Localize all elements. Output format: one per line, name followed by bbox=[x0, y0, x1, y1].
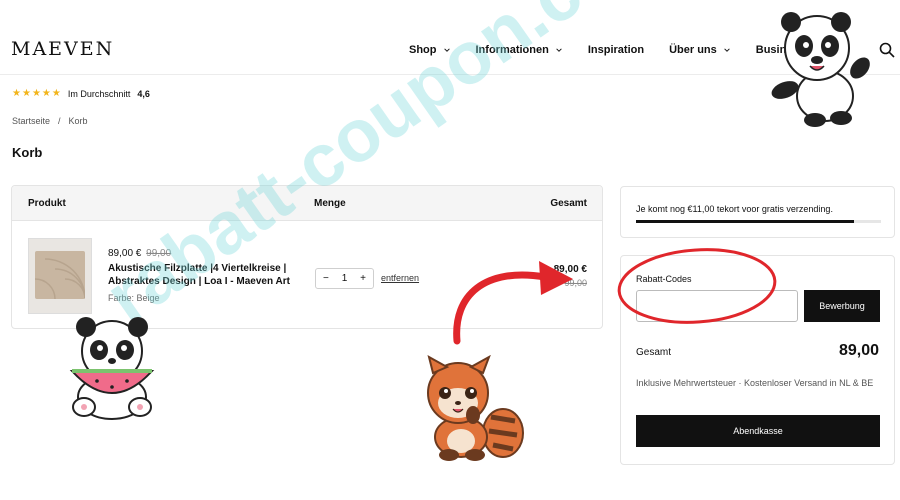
chevron-down-icon bbox=[556, 48, 562, 52]
site-header: MAEVEN Shop Informationen Inspiration Üb… bbox=[0, 0, 900, 75]
rating-text: Im Durchschnitt bbox=[67, 88, 131, 99]
nav-informationen[interactable]: Informationen bbox=[476, 44, 563, 56]
nav-shop[interactable]: Shop bbox=[409, 44, 451, 56]
header-product: Produkt bbox=[28, 198, 66, 209]
nav-label: Inspiration bbox=[587, 44, 645, 56]
minus-icon[interactable]: − bbox=[323, 273, 329, 284]
total-label: Gesamt bbox=[636, 347, 672, 358]
star-icon: ★ bbox=[41, 88, 51, 99]
nav-label: Informationen bbox=[475, 44, 549, 56]
product-thumbnail[interactable] bbox=[28, 238, 92, 314]
star-icon: ★ bbox=[51, 88, 61, 99]
chevron-down-icon bbox=[443, 48, 450, 52]
shipping-message: Je komt nog €11,00 tekort voor gratis ve… bbox=[636, 204, 833, 214]
header-total: Gesamt bbox=[550, 198, 587, 209]
red-panda-sticker-icon bbox=[427, 355, 524, 461]
star-icon: ★ bbox=[31, 88, 41, 99]
chevron-down-icon bbox=[724, 48, 730, 52]
main-nav: Shop Informationen Inspiration Über uns … bbox=[409, 44, 830, 56]
item-old-price: 99,00 bbox=[146, 248, 172, 259]
header-quantity: Menge bbox=[314, 198, 346, 209]
rating-summary: ★ ★ ★ ★ ★ Im Durchschnitt 4,6 bbox=[12, 88, 150, 99]
item-name[interactable]: Akustische Filzplatte |4 Viertelkreise |… bbox=[108, 262, 308, 288]
site-logo[interactable]: MAEVEN bbox=[11, 38, 114, 60]
tax-note: Inklusive Mehrwertsteuer · Kostenloser V… bbox=[636, 378, 874, 388]
shipping-progress-bar bbox=[636, 220, 881, 223]
order-summary: Rabatt-Codes Bewerbung Gesamt 89,00 Inkl… bbox=[620, 255, 895, 465]
item-current-price: 89,00 € bbox=[108, 248, 142, 259]
breadcrumb: Startseite / Korb bbox=[12, 116, 88, 126]
item-variant: Farbe: Beige bbox=[108, 293, 160, 303]
rating-score: 4,6 bbox=[137, 88, 150, 99]
nav-label: Shop bbox=[409, 44, 437, 56]
nav-label: Business bbox=[755, 44, 805, 56]
nav-label: Über uns bbox=[669, 44, 717, 56]
cart-table: Produkt Menge Gesamt 89,00 € 99,00 Akust… bbox=[11, 185, 603, 329]
coupon-label: Rabatt-Codes bbox=[636, 274, 692, 284]
shipping-progress-fill bbox=[636, 220, 855, 223]
apply-coupon-button[interactable]: Bewerbung bbox=[804, 290, 880, 322]
product-image bbox=[35, 251, 85, 299]
nav-ueber-uns[interactable]: Über uns bbox=[669, 44, 731, 56]
quantity-value[interactable]: 1 bbox=[342, 273, 348, 284]
breadcrumb-current: Korb bbox=[68, 116, 88, 126]
breadcrumb-separator: / bbox=[58, 116, 61, 126]
nav-inspiration[interactable]: Inspiration bbox=[588, 44, 644, 56]
shipping-progress-box: Je komt nog €11,00 tekort voor gratis ve… bbox=[620, 186, 895, 238]
cart-header: Produkt Menge Gesamt bbox=[12, 186, 602, 221]
panda-watermelon-sticker-icon bbox=[69, 317, 155, 420]
search-icon[interactable] bbox=[879, 42, 895, 58]
remove-link[interactable]: entfernen bbox=[381, 273, 419, 283]
total-value: 89,00 bbox=[838, 342, 879, 359]
item-price: 89,00 € 99,00 bbox=[108, 248, 171, 259]
coupon-input[interactable] bbox=[636, 290, 798, 322]
breadcrumb-home[interactable]: Startseite bbox=[12, 116, 50, 126]
nav-business[interactable]: Business bbox=[756, 44, 805, 56]
quantity-stepper: − 1 + bbox=[315, 268, 374, 289]
item-old-total: 99,00 bbox=[564, 278, 587, 288]
plus-icon[interactable]: + bbox=[360, 273, 366, 284]
page-title: Korb bbox=[12, 145, 43, 160]
item-total: 89,00 € bbox=[553, 264, 587, 275]
star-icon: ★ bbox=[12, 88, 21, 99]
checkout-button[interactable]: Abendkasse bbox=[636, 415, 880, 447]
rating-stars: ★ ★ ★ ★ ★ bbox=[12, 88, 61, 99]
star-icon: ★ bbox=[21, 88, 31, 99]
